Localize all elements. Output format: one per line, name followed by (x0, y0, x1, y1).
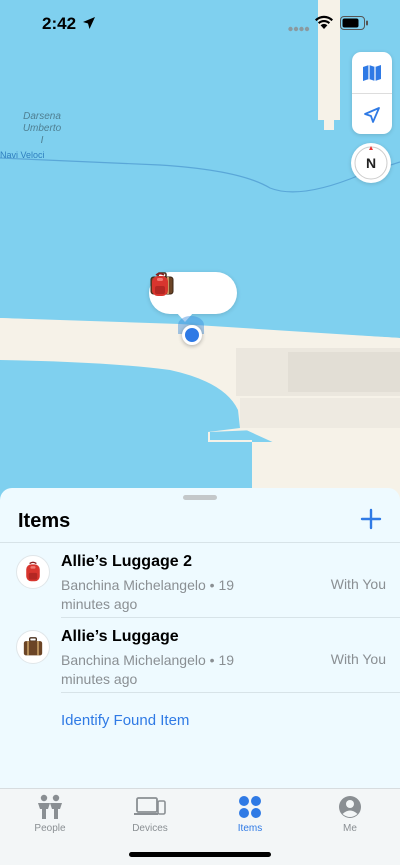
item-avatar (16, 630, 50, 664)
tab-label: Me (343, 823, 357, 834)
map-icon (363, 64, 381, 81)
item-status: With You (330, 576, 386, 592)
map-controls (352, 52, 392, 134)
tab-label: Items (237, 823, 263, 834)
identify-found-item-link[interactable]: Identify Found Item (61, 712, 189, 729)
sheet-title: Items (18, 510, 71, 532)
signal-icon (288, 26, 310, 32)
home-indicator[interactable] (129, 852, 271, 857)
item-avatar (16, 555, 50, 589)
me-icon (339, 796, 361, 818)
backpack-icon (26, 561, 40, 582)
map-label-i: I (40, 135, 44, 146)
status-bar: 2:42 (0, 0, 400, 48)
add-item-button[interactable] (360, 508, 382, 530)
track-location-button[interactable] (352, 94, 392, 135)
map-view[interactable]: Darsena Umberto I Navi Veloci (0, 0, 400, 500)
route-label: Navi Veloci (0, 150, 45, 160)
status-time: 2:42 (42, 14, 77, 33)
battery-icon (340, 16, 368, 30)
map-mode-button[interactable] (352, 52, 392, 93)
items-icon (239, 796, 261, 818)
item-location: Banchina Michelangelo • 19 minutes ago (61, 652, 235, 687)
user-location-dot[interactable] (182, 325, 202, 345)
compass-letter: N (365, 155, 377, 171)
tab-people[interactable]: People (10, 793, 90, 843)
item-location: Banchina Michelangelo • 19 minutes ago (61, 577, 235, 612)
tab-me[interactable]: Me (310, 793, 390, 843)
find-my-screen: Darsena Umberto I Navi Veloci 2:42 N Ite… (0, 0, 400, 865)
map-land (0, 0, 400, 500)
tab-devices[interactable]: Devices (110, 793, 190, 843)
items-sheet: Items Allie’s Luggage 2 Banchina Michela… (0, 488, 400, 788)
map-label-darsena: Darsena (23, 111, 61, 122)
item-name: Allie’s Luggage 2 (61, 553, 192, 570)
item-row[interactable]: Allie’s Luggage 2 Banchina Michelangelo … (0, 543, 400, 618)
suitcase-icon (23, 637, 43, 656)
tab-label: People (34, 823, 66, 834)
people-icon (38, 794, 62, 819)
location-arrow-outline-icon (364, 106, 380, 123)
backpack-icon (152, 272, 168, 296)
items-annotation-bubble[interactable] (149, 272, 237, 314)
devices-icon (134, 797, 166, 815)
item-row[interactable]: Allie’s Luggage Banchina Michelangelo • … (0, 618, 400, 693)
item-status: With You (330, 651, 386, 667)
tab-label: Devices (132, 823, 168, 834)
map-label-umberto: Umberto (22, 123, 62, 134)
tab-items[interactable]: Items (210, 793, 290, 843)
compass-button[interactable]: N (351, 143, 391, 183)
location-arrow-icon (83, 17, 95, 29)
item-name: Allie’s Luggage (61, 628, 179, 645)
wifi-icon (315, 15, 333, 29)
sheet-grabber[interactable] (183, 495, 217, 500)
